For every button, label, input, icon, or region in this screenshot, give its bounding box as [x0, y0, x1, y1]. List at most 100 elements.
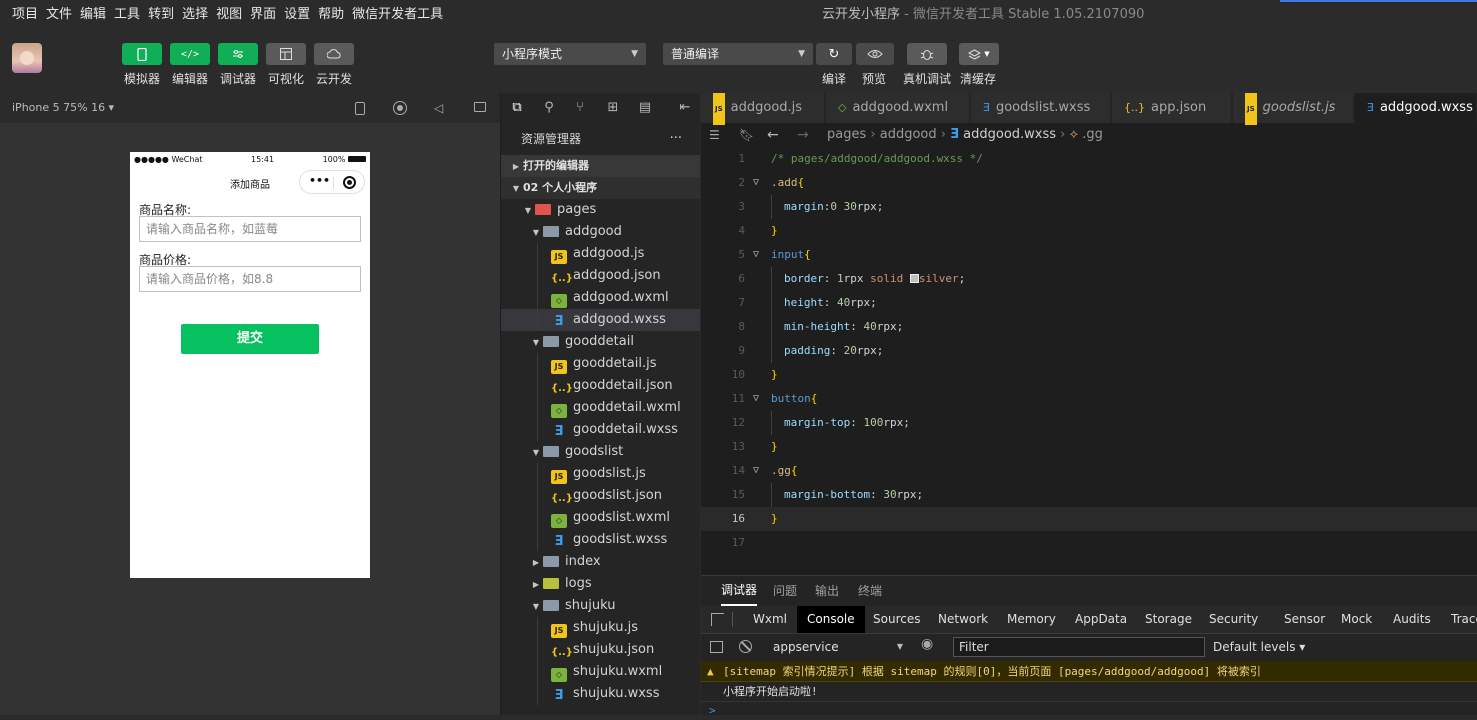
menu-item-view[interactable]: 视图	[212, 0, 246, 30]
editor-tab[interactable]: ◇ addgood.wxml	[826, 93, 970, 123]
code-line[interactable]: 9 padding: 20rpx;	[701, 339, 1477, 363]
devtools-tab-memory[interactable]: Memory	[997, 606, 1066, 633]
remote-debug-button[interactable]	[907, 43, 947, 65]
tab-terminal[interactable]: 终端	[858, 576, 882, 606]
tree-file[interactable]: Ǝgooddetail.wxss	[501, 419, 700, 441]
devtools-tab-trace[interactable]: Trace	[1441, 606, 1477, 633]
code-line[interactable]: 2 ▽ .add{	[701, 171, 1477, 195]
code-line[interactable]: 8 min-height: 40rpx;	[701, 315, 1477, 339]
tree-folder[interactable]: ▶ logs	[501, 573, 700, 595]
devtools-tab-sensor[interactable]: Sensor	[1274, 606, 1335, 633]
eye-icon[interactable]: ◉	[921, 636, 933, 652]
editor-toggle-button[interactable]: </>	[170, 43, 210, 65]
sidebar-toggle-icon[interactable]	[710, 641, 723, 653]
tree-folder[interactable]: ▼ goodslist	[501, 441, 700, 463]
bookmark-icon[interactable]: 🔖︎	[739, 123, 754, 147]
code-area[interactable]: 1 /* pages/addgood/addgood.wxss */ 2 ▽ .add{…	[701, 147, 1477, 577]
phone-outline-icon[interactable]	[355, 102, 365, 115]
back-arrow-icon[interactable]: ←	[767, 123, 779, 147]
collapse-panel-icon[interactable]: ⇤	[677, 100, 693, 116]
devtools-tab-network[interactable]: Network	[928, 606, 998, 633]
tree-file[interactable]: ◇ goodslist.wxml	[501, 507, 700, 529]
tree-folder[interactable]: ▼ gooddetail	[501, 331, 700, 353]
clear-cache-button[interactable]: ▼	[959, 43, 999, 65]
inspect-icon[interactable]	[711, 613, 724, 626]
console-prompt[interactable]: >	[701, 702, 1477, 720]
breadcrumb-item[interactable]: addgood.wxss	[963, 127, 1056, 142]
editor-tab[interactable]: JS addgood.js	[701, 93, 825, 125]
code-line[interactable]: 13}	[701, 435, 1477, 459]
tree-file[interactable]: ◇ gooddetail.wxml	[501, 397, 700, 419]
menu-item-wechat-devtools[interactable]: 微信开发者工具	[348, 0, 447, 30]
preview-button[interactable]	[856, 43, 894, 65]
editor-tab[interactable]: Ǝgoodslist.wxss	[971, 93, 1111, 123]
context-select[interactable]: appservice ▼	[763, 637, 907, 657]
more-actions-icon[interactable]: ···	[670, 123, 682, 155]
close-target-icon[interactable]	[343, 176, 356, 189]
record-icon[interactable]	[393, 101, 407, 115]
more-dots-icon[interactable]: •••	[309, 174, 330, 187]
menu-item-interface[interactable]: 界面	[246, 0, 280, 30]
compile-mode-select[interactable]: 普通编译 ▼	[663, 43, 813, 65]
code-line[interactable]: 5 ▽ input{	[701, 243, 1477, 267]
fold-chevron-icon[interactable]: ▽	[753, 387, 759, 411]
breadcrumb-item[interactable]: pages	[827, 127, 866, 142]
code-line[interactable]: 11 ▽ button{	[701, 387, 1477, 411]
tree-file[interactable]: Ǝaddgood.wxss	[501, 309, 700, 331]
log-levels-select[interactable]: Default levels ▾	[1213, 634, 1305, 660]
simulator-toggle-button[interactable]	[122, 43, 162, 65]
menu-item-goto[interactable]: 转到	[144, 0, 178, 30]
tab-output[interactable]: 输出	[815, 576, 839, 606]
list-icon[interactable]: ☰	[709, 123, 720, 147]
devtools-tab-storage[interactable]: Storage	[1135, 606, 1202, 633]
menu-item-tools[interactable]: 工具	[110, 0, 144, 30]
menu-item-file[interactable]: 文件	[42, 0, 76, 30]
source-control-icon[interactable]: ⑂	[572, 100, 588, 116]
tree-file[interactable]: ◇ shujuku.wxml	[501, 661, 700, 683]
editor-tab[interactable]: JS goodslist.js	[1233, 93, 1354, 125]
fold-chevron-icon[interactable]: ▽	[753, 459, 759, 483]
avatar[interactable]	[12, 43, 42, 73]
tree-file[interactable]: ◇ addgood.wxml	[501, 287, 700, 309]
menu-item-settings[interactable]: 设置	[280, 0, 314, 30]
devtools-tab-console[interactable]: Console	[797, 606, 865, 633]
code-line[interactable]: 14 ▽ .gg{	[701, 459, 1477, 483]
tree-file[interactable]: Ǝshujuku.wxss	[501, 683, 700, 705]
menu-item-select[interactable]: 选择	[178, 0, 212, 30]
name-input[interactable]: 请输入商品名称，如蓝莓	[139, 216, 361, 242]
code-line[interactable]: 4}	[701, 219, 1477, 243]
visualize-toggle-button[interactable]	[266, 43, 306, 65]
tree-file[interactable]: JS addgood.js	[501, 243, 700, 265]
devtools-tab-mock[interactable]: Mock	[1331, 606, 1382, 633]
editor-tab[interactable]: Ǝaddgood.wxss	[1355, 93, 1477, 123]
tree-file[interactable]: JS gooddetail.js	[501, 353, 700, 375]
code-line[interactable]: 17	[701, 531, 1477, 555]
menu-item-help[interactable]: 帮助	[314, 0, 348, 30]
clear-console-icon[interactable]	[739, 640, 752, 653]
devtools-tab-audits[interactable]: Audits	[1383, 606, 1441, 633]
tree-file[interactable]: {..}gooddetail.json	[501, 375, 700, 397]
code-line[interactable]: 3 margin:0 30rpx;	[701, 195, 1477, 219]
extensions-icon[interactable]: ⊞	[605, 100, 621, 116]
tree-folder[interactable]: ▶ index	[501, 551, 700, 573]
device-select[interactable]: iPhone 5 75% 16 ▾	[12, 93, 114, 123]
debugger-toggle-button[interactable]	[218, 43, 258, 65]
devtools-tab-security[interactable]: Security	[1199, 606, 1268, 633]
files-icon[interactable]: ⧉	[509, 100, 525, 116]
tree-file[interactable]: {..}shujuku.json	[501, 639, 700, 661]
menu-item-project[interactable]: 项目	[8, 0, 42, 30]
editor-tab[interactable]: {..} app.json	[1112, 93, 1232, 123]
code-line[interactable]: 7 height: 40rpx;	[701, 291, 1477, 315]
filter-input[interactable]: Filter	[953, 637, 1205, 657]
tree-file[interactable]: {..}goodslist.json	[501, 485, 700, 507]
fold-chevron-icon[interactable]: ▽	[753, 243, 759, 267]
devtools-tab-sources[interactable]: Sources	[863, 606, 930, 633]
tree-file[interactable]: JS shujuku.js	[501, 617, 700, 639]
tree-folder[interactable]: ▼ pages	[501, 199, 700, 221]
code-line[interactable]: 1 /* pages/addgood/addgood.wxss */	[701, 147, 1477, 171]
mode-select[interactable]: 小程序模式 ▼	[494, 43, 646, 65]
tree-file[interactable]: {..}addgood.json	[501, 265, 700, 287]
tree-file[interactable]: JS goodslist.js	[501, 463, 700, 485]
outline-icon[interactable]: ▤	[637, 100, 653, 116]
popout-icon[interactable]	[474, 102, 486, 112]
